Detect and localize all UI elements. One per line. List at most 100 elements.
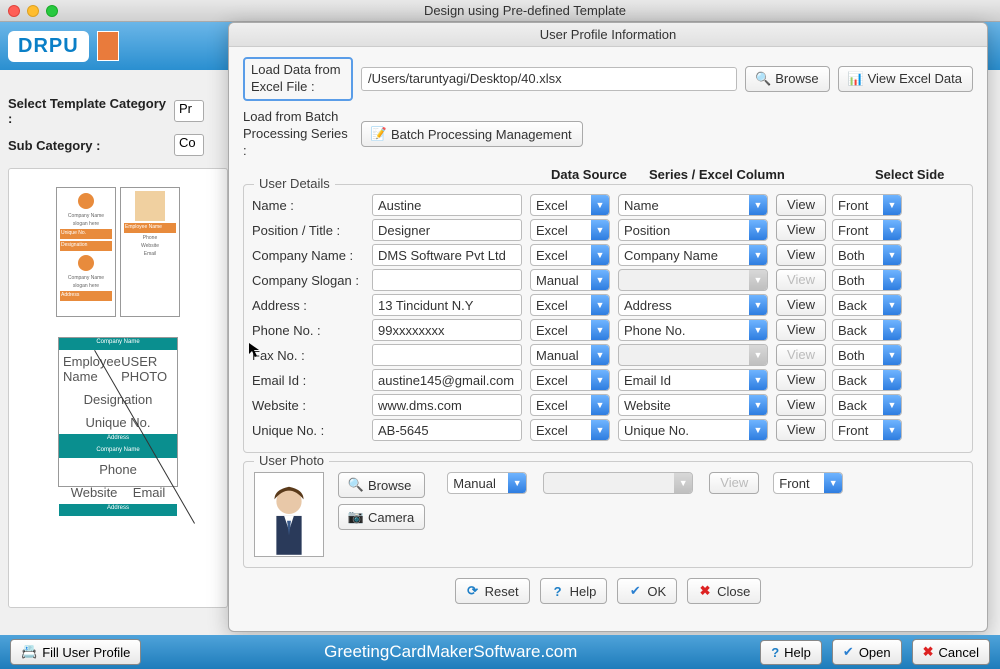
series-dropdown[interactable]: Name▼	[618, 194, 768, 216]
field-row: Website :Excel▼Website▼ViewBack▼	[252, 394, 964, 416]
view-button[interactable]: View	[776, 369, 826, 391]
logo: DRPU	[8, 31, 89, 62]
view-button[interactable]: View	[776, 319, 826, 341]
data-source-dropdown[interactable]: Manual▼	[530, 344, 610, 366]
chevron-down-icon: ▼	[591, 195, 609, 215]
chevron-down-icon: ▼	[591, 220, 609, 240]
series-dropdown[interactable]: Company Name▼	[618, 244, 768, 266]
view-button[interactable]: View	[776, 419, 826, 441]
template-category-dropdown[interactable]: Pr	[174, 100, 204, 122]
side-dropdown[interactable]: Back▼	[832, 394, 902, 416]
view-button[interactable]: View	[776, 394, 826, 416]
bottom-toolbar: 📇 Fill User Profile GreetingCardMakerSof…	[0, 635, 1000, 669]
data-source-dropdown[interactable]: Excel▼	[530, 244, 610, 266]
left-panel: Select Template Category : Pr Sub Catego…	[8, 92, 228, 608]
close-button[interactable]: ✖Close	[687, 578, 761, 604]
browse-excel-button[interactable]: 🔍 Browse	[745, 66, 829, 92]
user-details-group: User Details Name :Excel▼Name▼ViewFront▼…	[243, 184, 973, 453]
data-source-dropdown[interactable]: Excel▼	[530, 419, 610, 441]
sub-category-label: Sub Category :	[8, 138, 168, 153]
field-row: Unique No. :Excel▼Unique No.▼ViewFront▼	[252, 419, 964, 441]
view-button[interactable]: View	[776, 219, 826, 241]
field-label: Position / Title :	[252, 223, 372, 238]
side-dropdown[interactable]: Front▼	[832, 419, 902, 441]
side-dropdown[interactable]: Front▼	[832, 219, 902, 241]
photo-data-source-dropdown[interactable]: Manual▼	[447, 472, 527, 494]
select-side-header: Select Side	[875, 167, 950, 182]
header-template-thumb[interactable]	[97, 31, 119, 61]
view-button[interactable]: View	[776, 294, 826, 316]
field-value-input[interactable]	[372, 319, 522, 341]
reset-button[interactable]: ⟳Reset	[455, 578, 530, 604]
data-source-dropdown[interactable]: Excel▼	[530, 219, 610, 241]
sub-category-dropdown[interactable]: Co	[174, 134, 204, 156]
window-title: Design using Pre-defined Template	[58, 3, 992, 18]
side-dropdown[interactable]: Back▼	[832, 294, 902, 316]
maximize-window-icon[interactable]	[46, 5, 58, 17]
series-dropdown[interactable]: Position▼	[618, 219, 768, 241]
select-template-category-label: Select Template Category :	[8, 96, 168, 126]
refresh-icon: ⟳	[466, 584, 480, 598]
field-value-input[interactable]	[372, 244, 522, 266]
fill-user-profile-button[interactable]: 📇 Fill User Profile	[10, 639, 141, 665]
field-value-input[interactable]	[372, 269, 522, 291]
check-icon: ✔	[843, 644, 854, 660]
data-source-dropdown[interactable]: Excel▼	[530, 369, 610, 391]
minimize-window-icon[interactable]	[27, 5, 39, 17]
view-button[interactable]: View	[776, 194, 826, 216]
view-excel-data-button[interactable]: 📊 View Excel Data	[838, 66, 973, 92]
user-profile-dialog: User Profile Information Load Data from …	[228, 22, 988, 632]
bottom-help-button[interactable]: ?Help	[760, 640, 822, 665]
field-value-input[interactable]	[372, 344, 522, 366]
data-source-dropdown[interactable]: Excel▼	[530, 394, 610, 416]
data-source-dropdown[interactable]: Excel▼	[530, 194, 610, 216]
ok-button[interactable]: ✔OK	[617, 578, 677, 604]
series-dropdown[interactable]: Email Id▼	[618, 369, 768, 391]
side-dropdown[interactable]: Both▼	[832, 344, 902, 366]
photo-side-dropdown[interactable]: Front▼	[773, 472, 843, 494]
data-source-dropdown[interactable]: Excel▼	[530, 294, 610, 316]
photo-series-dropdown[interactable]: ▼	[543, 472, 693, 494]
open-button[interactable]: ✔Open	[832, 639, 902, 665]
field-value-input[interactable]	[372, 219, 522, 241]
close-window-icon[interactable]	[8, 5, 20, 17]
template-thumb-1[interactable]: Company Name slogan here Unique No. Desi…	[19, 187, 217, 317]
side-dropdown[interactable]: Both▼	[832, 269, 902, 291]
series-dropdown[interactable]: Website▼	[618, 394, 768, 416]
field-value-input[interactable]	[372, 369, 522, 391]
side-dropdown[interactable]: Front▼	[832, 194, 902, 216]
data-source-dropdown[interactable]: Manual▼	[530, 269, 610, 291]
field-value-input[interactable]	[372, 194, 522, 216]
series-dropdown[interactable]: Unique No.▼	[618, 419, 768, 441]
field-label: Company Slogan :	[252, 273, 372, 288]
series-dropdown[interactable]: ▼	[618, 269, 768, 291]
template-thumb-2[interactable]: Company Name Employee Name USER PHOTO De…	[58, 337, 178, 487]
series-dropdown[interactable]: Address▼	[618, 294, 768, 316]
chevron-down-icon: ▼	[883, 395, 901, 415]
cancel-button[interactable]: ✖Cancel	[912, 639, 990, 665]
side-dropdown[interactable]: Back▼	[832, 319, 902, 341]
data-source-dropdown[interactable]: Excel▼	[530, 319, 610, 341]
chevron-down-icon: ▼	[883, 345, 901, 365]
field-value-input[interactable]	[372, 419, 522, 441]
view-button[interactable]: View	[776, 244, 826, 266]
series-header: Series / Excel Column	[649, 167, 799, 182]
field-value-input[interactable]	[372, 294, 522, 316]
check-icon: ✔	[628, 584, 642, 598]
view-button: View	[776, 269, 826, 291]
excel-path-input[interactable]	[361, 67, 737, 91]
side-dropdown[interactable]: Both▼	[832, 244, 902, 266]
series-dropdown[interactable]: ▼	[618, 344, 768, 366]
close-icon: ✖	[923, 644, 934, 660]
photo-camera-button[interactable]: 📷 Camera	[338, 504, 425, 530]
field-value-input[interactable]	[372, 394, 522, 416]
side-dropdown[interactable]: Back▼	[832, 369, 902, 391]
chevron-down-icon: ▼	[508, 473, 526, 493]
field-label: Email Id :	[252, 373, 372, 388]
series-dropdown[interactable]: Phone No.▼	[618, 319, 768, 341]
dialog-help-button[interactable]: ?Help	[540, 578, 608, 604]
chevron-down-icon: ▼	[749, 270, 767, 290]
batch-processing-button[interactable]: 📝 Batch Processing Management	[361, 121, 583, 147]
photo-browse-button[interactable]: 🔍 Browse	[338, 472, 425, 498]
chevron-down-icon: ▼	[591, 370, 609, 390]
